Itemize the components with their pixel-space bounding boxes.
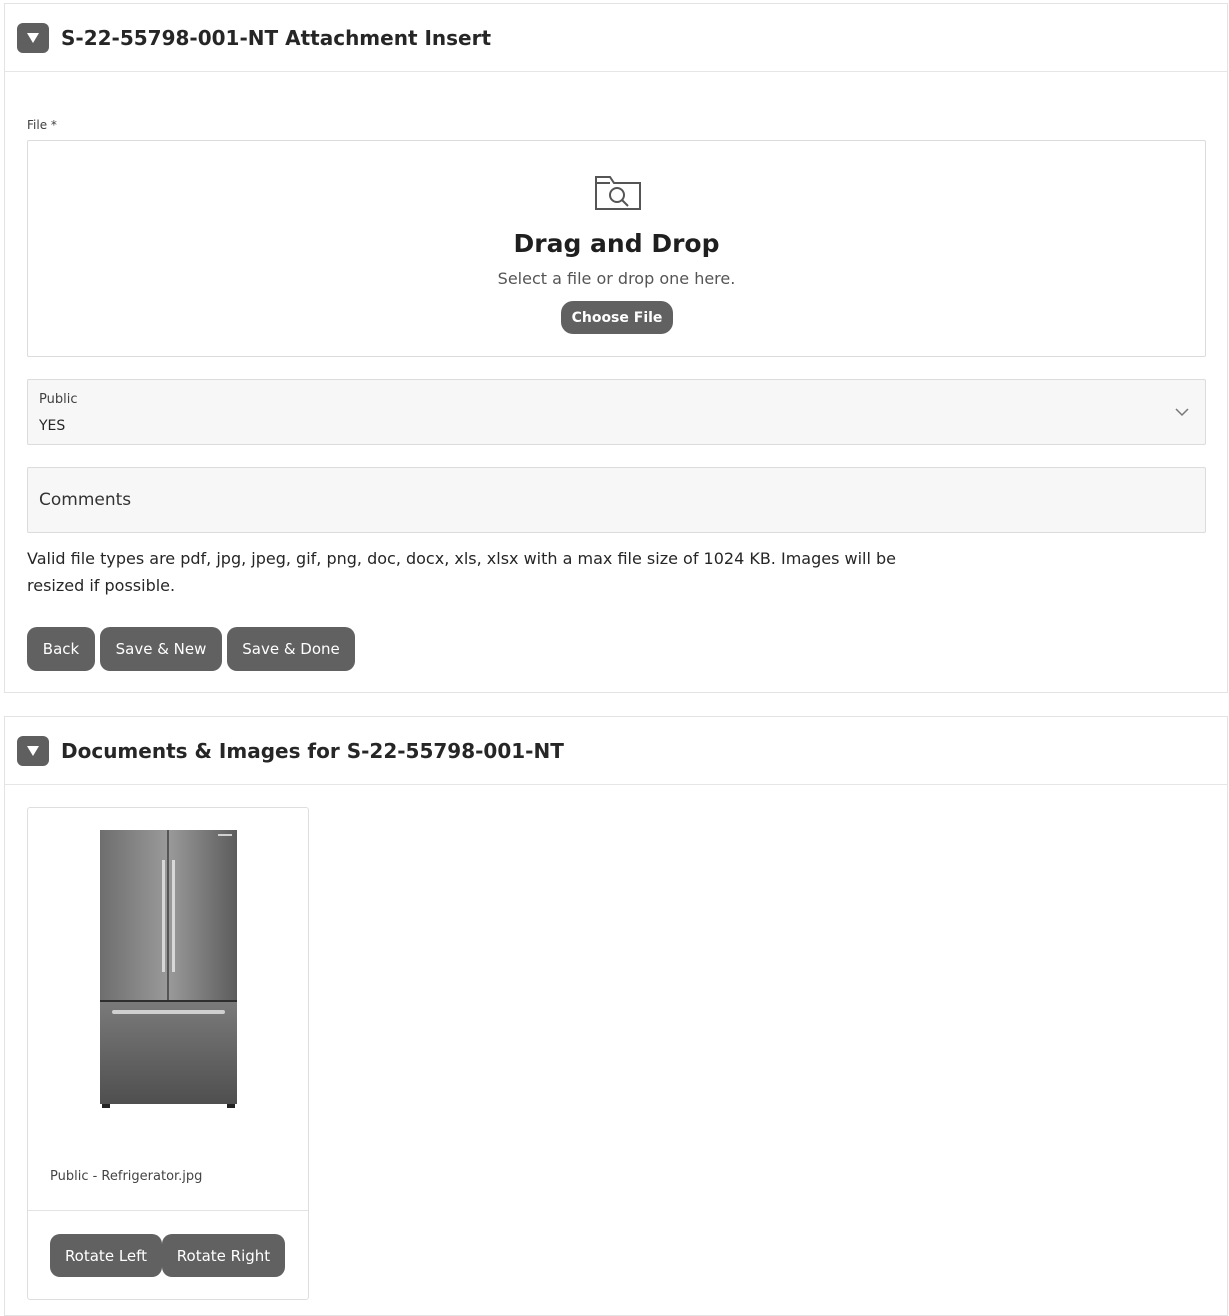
dropzone-subtitle: Select a file or drop one here.	[497, 269, 736, 288]
refrigerator-image[interactable]	[98, 828, 239, 1110]
collapse-toggle-button[interactable]	[17, 22, 49, 53]
save-and-done-button[interactable]: Save & Done	[227, 627, 355, 671]
choose-file-button[interactable]: Choose File	[561, 301, 673, 334]
attachment-insert-region: S-22-55798-001-NT Attachment Insert File…	[4, 3, 1228, 693]
comments-textarea[interactable]: Comments	[27, 467, 1206, 533]
dropzone-title: Drag and Drop	[513, 229, 720, 258]
public-label: Public	[39, 392, 78, 407]
file-label: File *	[27, 118, 57, 132]
rotate-left-button[interactable]: Rotate Left	[50, 1234, 162, 1277]
public-select[interactable]: Public YES	[27, 379, 1206, 445]
rotate-right-button[interactable]: Rotate Right	[162, 1234, 285, 1277]
collapse-toggle-button[interactable]	[17, 735, 49, 766]
file-type-help-text: Valid file types are pdf, jpg, jpeg, gif…	[27, 549, 897, 595]
card-footer-divider	[28, 1210, 308, 1211]
folder-search-icon	[595, 176, 641, 210]
triangle-down-icon	[27, 32, 39, 43]
chevron-down-icon	[1175, 408, 1189, 417]
region-title: Documents & Images for S-22-55798-001-NT	[61, 738, 564, 763]
region-title: S-22-55798-001-NT Attachment Insert	[61, 25, 492, 50]
document-caption: Public - Refrigerator.jpg	[50, 1169, 203, 1184]
triangle-down-icon	[27, 745, 39, 756]
documents-images-region: Documents & Images for S-22-55798-001-NT	[4, 716, 1228, 1316]
save-and-new-button[interactable]: Save & New	[100, 627, 222, 671]
region-header: Documents & Images for S-22-55798-001-NT	[5, 717, 1227, 785]
comments-placeholder: Comments	[39, 490, 132, 510]
file-dropzone[interactable]: Drag and Drop Select a file or drop one …	[27, 140, 1206, 357]
back-button[interactable]: Back	[27, 627, 95, 671]
region-header: S-22-55798-001-NT Attachment Insert	[5, 4, 1227, 72]
document-card: Public - Refrigerator.jpg Rotate Left Ro…	[27, 807, 309, 1300]
public-value: YES	[39, 418, 66, 434]
